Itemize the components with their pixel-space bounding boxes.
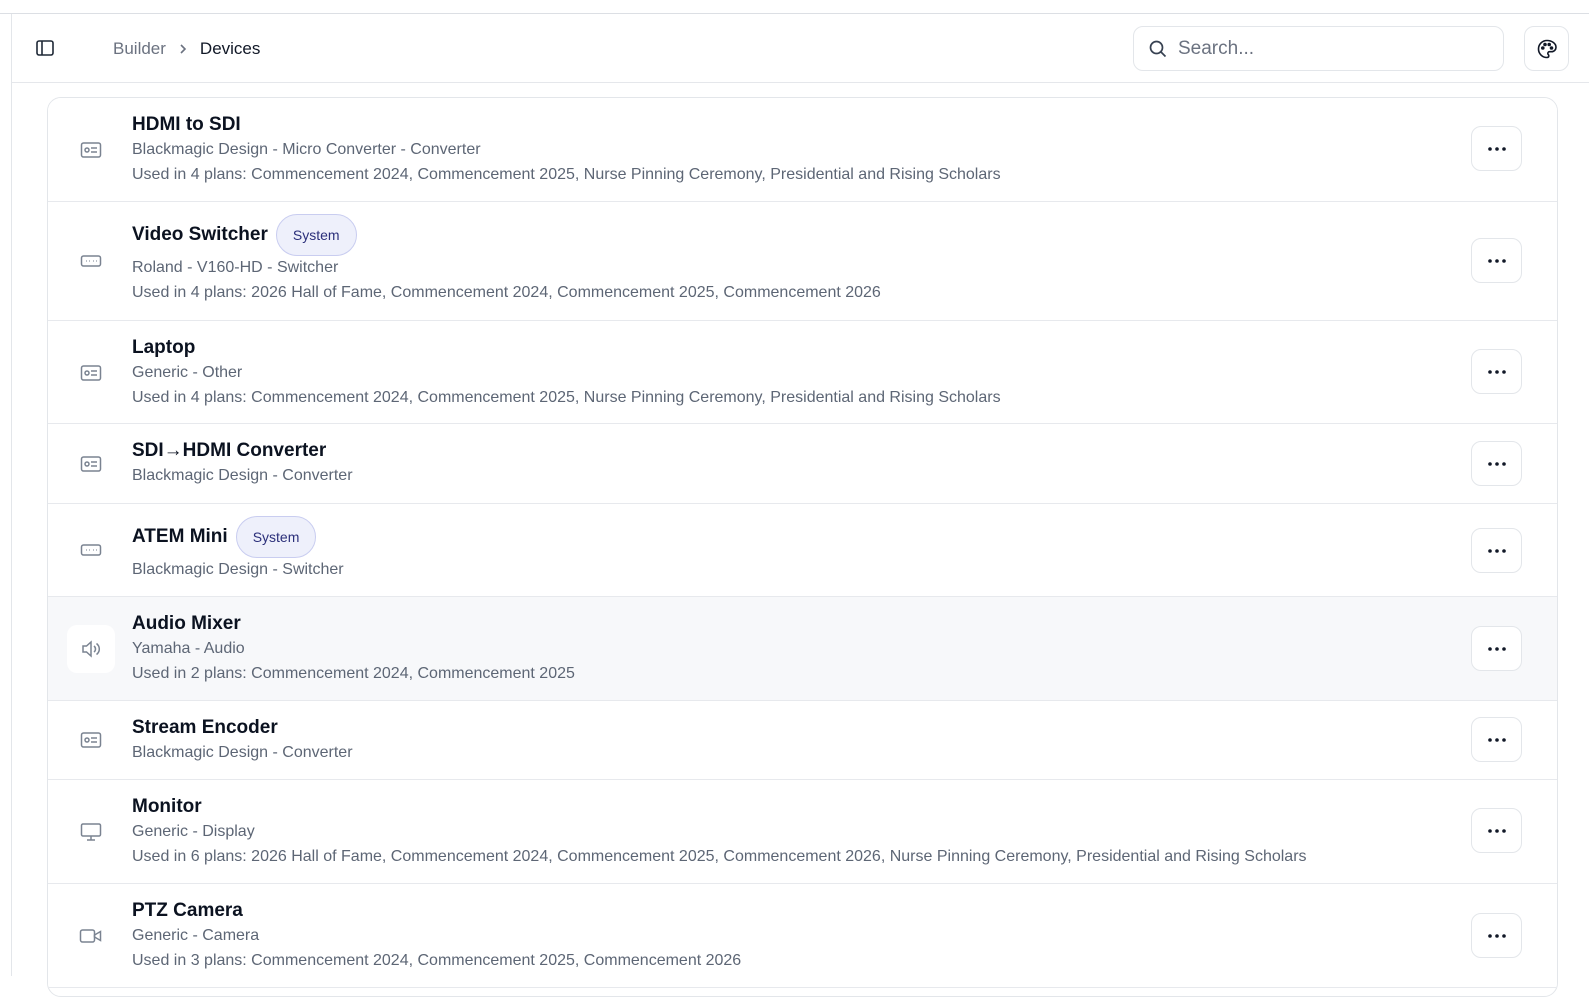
top-strip: [0, 0, 1589, 14]
device-subtitle: Generic - Display: [132, 823, 255, 840]
more-actions-button[interactable]: [1471, 238, 1522, 283]
device-subtitle: Blackmagic Design - Converter: [132, 744, 353, 761]
device-usage: Used in 2 plans: Commencement 2024, Comm…: [132, 665, 575, 682]
search-icon: [1149, 40, 1167, 57]
sidebar-panel-icon: [36, 40, 54, 56]
ellipsis-icon: [1487, 461, 1506, 466]
device-subtitle: Generic - Other: [132, 364, 243, 381]
palette-icon: [1537, 39, 1557, 58]
more-actions-button[interactable]: [1471, 126, 1522, 171]
search-input[interactable]: [1178, 37, 1478, 60]
id-card-icon: [67, 716, 115, 764]
device-info: HDMI to SDI Blackmagic Design - Micro Co…: [132, 114, 1447, 184]
device-row[interactable]: SDI→HDMI Converter Blackmagic Design - C…: [48, 424, 1557, 504]
device-info: Video Switcher System Roland - V160-HD -…: [132, 214, 1447, 302]
device-title: Stream Encoder: [132, 717, 278, 738]
left-rail: [0, 14, 12, 976]
device-title: Laptop: [132, 337, 196, 358]
more-actions-button[interactable]: [1471, 717, 1522, 762]
speaker-icon: [67, 625, 115, 673]
device-subtitle: Blackmagic Design - Switcher: [132, 561, 344, 578]
ellipsis-icon: [1487, 548, 1506, 553]
system-badge: System: [235, 516, 317, 558]
device-usage: Used in 6 plans: 2026 Hall of Fame, Comm…: [132, 848, 1307, 865]
devices-list: HDMI to SDI Blackmagic Design - Micro Co…: [47, 97, 1558, 997]
device-row[interactable]: Laptop Generic - Other Used in 4 plans: …: [48, 321, 1557, 424]
more-actions-button[interactable]: [1471, 349, 1522, 394]
device-row[interactable]: Stream Encoder Blackmagic Design - Conve…: [48, 701, 1557, 780]
video-camera-icon: [67, 912, 115, 960]
device-title: Monitor: [132, 796, 202, 817]
device-title: SDI→HDMI Converter: [132, 440, 327, 461]
breadcrumb: Builder Devices: [113, 36, 260, 62]
device-title: ATEM Mini: [132, 526, 228, 547]
device-row[interactable]: PTZ Camera Generic - Camera Used in 3 pl…: [48, 884, 1557, 988]
more-actions-button[interactable]: [1471, 913, 1522, 958]
id-card-icon: [67, 126, 115, 174]
app-window: Builder Devices Search... HDMI to SDI Bl…: [0, 0, 1589, 997]
device-title: PTZ Camera: [132, 900, 243, 921]
device-row[interactable]: HDMI to SDI Blackmagic Design - Micro Co…: [48, 98, 1557, 202]
breadcrumb-current-page: Devices: [199, 39, 261, 58]
ellipsis-icon: [1487, 258, 1506, 263]
ellipsis-icon: [1487, 828, 1506, 833]
device-info: SDI→HDMI Converter Blackmagic Design - C…: [132, 440, 1447, 485]
system-badge: System: [275, 214, 357, 256]
device-info: ATEM Mini System Blackmagic Design - Swi…: [132, 516, 1447, 579]
device-info: Audio Mixer Yamaha - Audio Used in 2 pla…: [132, 613, 1447, 683]
device-title: Video Switcher: [132, 224, 268, 245]
device-row[interactable]: ATEM Mini System Blackmagic Design - Swi…: [48, 504, 1557, 597]
switcher-icon: [67, 237, 115, 285]
ellipsis-icon: [1487, 646, 1506, 651]
device-usage: Used in 3 plans: Commencement 2024, Comm…: [132, 952, 742, 969]
device-subtitle: Blackmagic Design - Converter: [132, 467, 353, 484]
more-actions-button[interactable]: [1471, 808, 1522, 853]
more-actions-button[interactable]: [1471, 441, 1522, 486]
device-info: Monitor Generic - Display Used in 6 plan…: [132, 796, 1447, 866]
id-card-icon: [67, 440, 115, 488]
device-info: PTZ Camera Generic - Camera Used in 3 pl…: [132, 900, 1447, 970]
device-subtitle: Roland - V160-HD - Switcher: [132, 259, 339, 276]
ellipsis-icon: [1487, 146, 1506, 151]
device-usage: Used in 4 plans: Commencement 2024, Comm…: [132, 389, 1001, 406]
chevron-right-icon: [176, 42, 190, 56]
ellipsis-icon: [1487, 737, 1506, 742]
breadcrumb-builder-link[interactable]: Builder: [113, 39, 166, 59]
ellipsis-icon: [1487, 933, 1506, 938]
theme-palette-button[interactable]: [1524, 26, 1569, 71]
device-info: Stream Encoder Blackmagic Design - Conve…: [132, 717, 1447, 762]
device-row[interactable]: Monitor Generic - Display Used in 6 plan…: [48, 780, 1557, 884]
device-info: Laptop Generic - Other Used in 4 plans: …: [132, 337, 1447, 407]
device-subtitle: Blackmagic Design - Micro Converter - Co…: [132, 141, 481, 158]
page-header: Builder Devices: [12, 14, 1589, 83]
device-title: HDMI to SDI: [132, 114, 241, 135]
device-subtitle: Yamaha - Audio: [132, 640, 245, 657]
sidebar-toggle-button[interactable]: [32, 35, 58, 61]
device-usage: Used in 4 plans: 2026 Hall of Fame, Comm…: [132, 284, 881, 301]
more-actions-button[interactable]: [1471, 626, 1522, 671]
device-title: Audio Mixer: [132, 613, 241, 634]
device-row[interactable]: Audio Mixer Yamaha - Audio Used in 2 pla…: [48, 597, 1557, 701]
device-usage: Used in 4 plans: Commencement 2024, Comm…: [132, 166, 1001, 183]
device-row[interactable]: Video Switcher System Roland - V160-HD -…: [48, 202, 1557, 321]
more-actions-button[interactable]: [1471, 528, 1522, 573]
switcher-icon: [67, 526, 115, 574]
monitor-icon: [67, 808, 115, 856]
ellipsis-icon: [1487, 369, 1506, 374]
id-card-icon: [67, 349, 115, 397]
device-subtitle: Generic - Camera: [132, 927, 260, 944]
search-box[interactable]: [1133, 26, 1504, 71]
